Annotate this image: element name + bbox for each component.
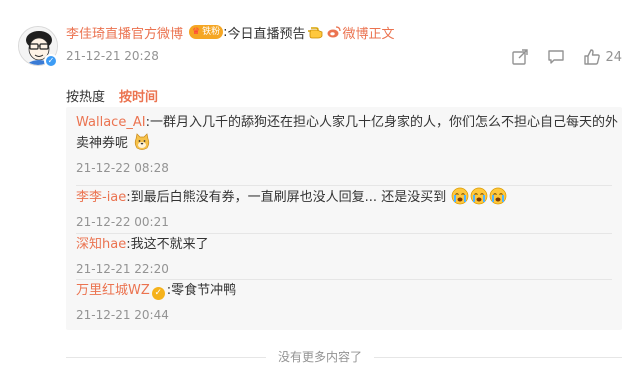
weibo-post-link[interactable]: 微博正文 <box>343 23 395 42</box>
post-date: 21-12-21 20:28 <box>66 49 159 63</box>
like-icon <box>584 49 601 65</box>
comment-time: 21-12-22 08:28 <box>76 161 169 175</box>
fan-badge-icon: ♛ 铁粉 <box>189 25 224 39</box>
like-button[interactable]: 24 <box>583 48 622 66</box>
comment-item: 万里红城WZ ✓:零食节冲鸭 21-12-21 20:44 <box>76 281 612 324</box>
comment-item: 李李-iae:到最后白熊没有券，一直刷屏也没人回复... 还是没买到 21-12… <box>76 187 612 231</box>
share-button[interactable] <box>511 48 529 66</box>
verified-badge-icon: ✓ <box>44 54 58 68</box>
no-more-content: 没有更多内容了 <box>0 348 640 365</box>
comment-button[interactable] <box>547 48 565 66</box>
no-more-label: 没有更多内容了 <box>265 350 374 364</box>
comment-body: :我这不就来了 <box>126 237 209 252</box>
comment-text: Wallace_AI:一群月入几千的舔狗还在担心人家几十亿身家的人，你们怎么不担… <box>76 113 618 133</box>
comment-item: Wallace_AI:一群月入几千的舔狗还在担心人家几十亿身家的人，你们怎么不担… <box>76 113 618 177</box>
comment-divider <box>76 185 612 186</box>
pointing-hand-icon <box>307 27 322 39</box>
comment-text: 李李-iae:到最后白熊没有券，一直刷屏也没人回复... 还是没买到 <box>76 187 612 208</box>
comment-body: :零食节冲鸭 <box>166 283 237 298</box>
post-author[interactable]: 李佳琦直播官方微博 <box>66 23 183 42</box>
crying-emoji-icon <box>470 187 488 205</box>
comment-divider <box>76 279 612 280</box>
comment-author[interactable]: 李李-iae <box>76 190 126 205</box>
comment-text-continued: 卖神券呢 <box>76 133 612 154</box>
doge-emoji-icon <box>135 133 150 150</box>
comment-body: :一群月入几千的舔狗还在担心人家几十亿身家的人，你们怎么不担心自己每天的外 <box>145 115 618 130</box>
crying-emoji-icon <box>489 187 507 205</box>
gold-verified-icon: ✓ <box>151 287 165 300</box>
comment-body-continued: 卖神券呢 <box>76 136 129 151</box>
sort-by-hot-tab[interactable]: 按热度 <box>66 86 105 105</box>
comment-author[interactable]: Wallace_AI <box>76 115 146 130</box>
crown-icon: ♛ <box>192 27 201 37</box>
comment-text: 深知hae:我这不就来了 <box>76 235 612 255</box>
comment-divider <box>76 233 612 234</box>
comment-icon <box>548 50 565 64</box>
sort-by-time-tab[interactable]: 按时间 <box>119 86 158 105</box>
comment-time: 21-12-21 20:44 <box>76 308 169 322</box>
comment-item: 深知hae:我这不就来了 21-12-21 22:20 <box>76 235 612 278</box>
comment-list: Wallace_AI:一群月入几千的舔狗还在担心人家几十亿身家的人，你们怎么不担… <box>66 107 622 330</box>
post-actions: 24 <box>511 48 622 66</box>
comment-sort-bar: 按热度 按时间 <box>66 86 158 105</box>
comment-text: 万里红城WZ ✓:零食节冲鸭 <box>76 281 612 301</box>
comment-author[interactable]: 万里红城WZ <box>76 283 150 298</box>
comment-time: 21-12-22 00:21 <box>76 215 169 229</box>
comment-author[interactable]: 深知hae <box>76 237 126 252</box>
like-count: 24 <box>605 49 622 65</box>
share-icon <box>512 49 529 65</box>
weibo-logo-icon <box>327 26 341 38</box>
crying-emoji-icon <box>451 187 469 205</box>
post-title-line: 李佳琦直播官方微博 ♛ 铁粉 : 今日直播预告 微博正文 <box>66 22 395 42</box>
comment-body: :到最后白熊没有券，一直刷屏也没人回复... 还是没买到 <box>126 190 447 205</box>
fan-badge-label: 铁粉 <box>202 27 221 37</box>
post-text: 今日直播预告 <box>227 26 306 42</box>
comment-time: 21-12-21 22:20 <box>76 262 169 276</box>
